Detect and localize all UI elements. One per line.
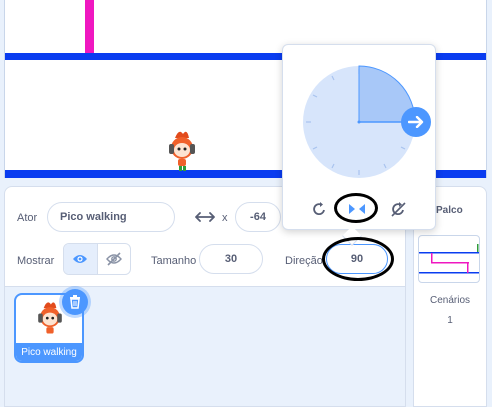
x-label: x <box>222 212 228 224</box>
direction-label: Direção <box>285 255 323 267</box>
dont-rotate-icon <box>391 202 406 217</box>
size-label: Tamanho <box>151 255 197 267</box>
backdrops-label: Cenários <box>429 295 471 306</box>
show-button[interactable] <box>64 244 97 274</box>
x-input[interactable]: -64 <box>235 202 281 232</box>
stage-pink-bar <box>85 0 94 54</box>
stage-thumbnail-image <box>419 244 479 274</box>
direction-handle[interactable] <box>401 107 431 137</box>
stage-panel-title: Palco <box>436 205 463 216</box>
sprite-name-label: Ator <box>17 212 38 224</box>
rotation-all-around-button[interactable] <box>310 200 328 218</box>
sprite-tile-label: Pico walking <box>16 343 82 361</box>
eye-icon <box>73 255 88 263</box>
show-label: Mostrar <box>17 255 55 267</box>
all-around-icon <box>313 202 325 216</box>
backdrops-count: 1 <box>447 315 453 326</box>
delete-sprite-button[interactable] <box>62 289 88 315</box>
visibility-toggle <box>63 243 131 275</box>
size-input[interactable]: 30 <box>199 244 263 274</box>
annotation-ellipse-direction <box>322 237 394 281</box>
annotation-ellipse-rotation-mode <box>334 193 378 223</box>
sprite-name-input[interactable]: Pico walking <box>47 202 175 232</box>
hide-button[interactable] <box>96 244 131 274</box>
stage-thumbnail[interactable] <box>418 235 480 283</box>
trash-icon <box>70 295 80 309</box>
arrow-right-icon <box>408 116 424 128</box>
stage-sprite-pico[interactable] <box>165 128 199 172</box>
x-arrows-icon <box>195 212 215 222</box>
rotation-dont-rotate-button[interactable] <box>389 200 407 218</box>
eye-slash-icon <box>105 252 122 266</box>
